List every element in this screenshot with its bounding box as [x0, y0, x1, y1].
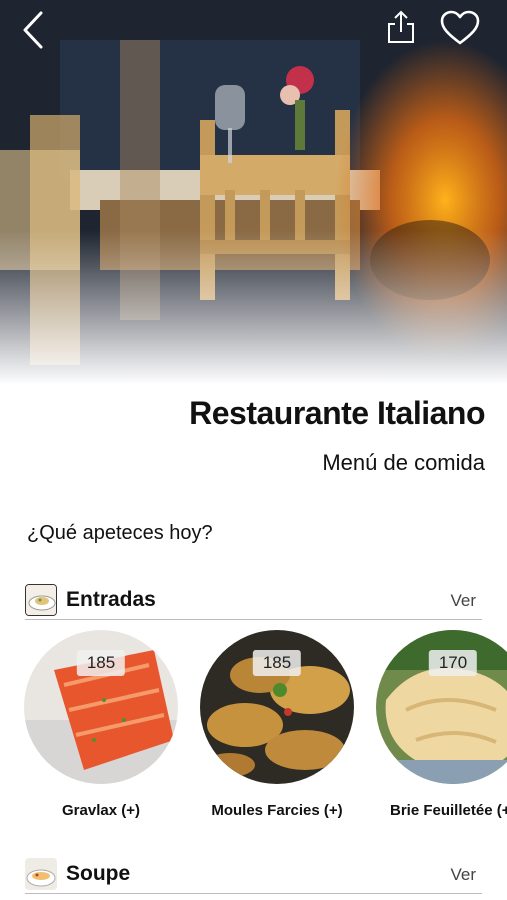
menu-label: Menú de comida	[322, 450, 485, 475]
dish-name: Brie Feuilletée (+	[390, 802, 507, 819]
favorite-button[interactable]	[440, 10, 484, 54]
prompt-text: ¿Qué apeteces hoy?	[27, 522, 213, 544]
dish-price: 170	[428, 650, 478, 676]
view-all-button[interactable]: Ver	[450, 865, 476, 885]
section-title: Soupe	[66, 862, 131, 885]
dish-price: 185	[76, 650, 126, 676]
dish-name: Gravlax (+)	[62, 802, 140, 819]
soupe-thumbnail-icon	[25, 858, 57, 890]
section-title: Entradas	[66, 588, 156, 611]
entradas-thumbnail-icon	[25, 584, 57, 616]
section-header-soupe: Soupe Ver	[25, 856, 482, 894]
share-icon	[388, 10, 414, 43]
share-button[interactable]	[386, 10, 430, 54]
chevron-left-icon	[23, 11, 43, 49]
section-header-entradas: Entradas Ver	[25, 582, 482, 620]
dish-name: Moules Farcies (+)	[211, 802, 343, 819]
hero-photo	[0, 0, 507, 385]
restaurant-name: Restaurante Italiano	[189, 395, 485, 431]
back-button[interactable]	[20, 10, 64, 54]
dish-price: 185	[252, 650, 302, 676]
restaurant-interior-photo	[0, 0, 507, 385]
view-all-button[interactable]: Ver	[450, 591, 476, 611]
heart-outline-icon	[440, 10, 480, 45]
